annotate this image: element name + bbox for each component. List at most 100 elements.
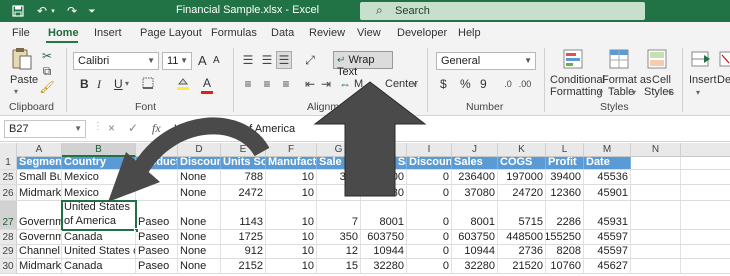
- format-as-table-label-1[interactable]: Format as: [602, 74, 652, 86]
- cell-d28[interactable]: None: [178, 230, 221, 244]
- cell-c28[interactable]: Paseo: [136, 230, 178, 244]
- cell-b28[interactable]: Canada: [62, 230, 136, 244]
- cell-g30[interactable]: 15: [317, 259, 361, 273]
- enter-icon[interactable]: ✓: [128, 121, 138, 135]
- cell-m29[interactable]: 45597: [584, 245, 631, 258]
- comma-style-icon[interactable]: 9: [480, 77, 487, 91]
- cell-g25[interactable]: 300: [317, 170, 361, 184]
- underline-button[interactable]: U: [114, 77, 123, 91]
- row-header[interactable]: 27: [0, 201, 17, 229]
- formula-input[interactable]: United States of America: [174, 123, 295, 135]
- cell-i26[interactable]: 0: [407, 185, 452, 200]
- worksheet-grid[interactable]: 1SegmentCountryProductDiscountUnits Sold…: [0, 157, 730, 276]
- cell-b29[interactable]: United States o: [62, 245, 136, 258]
- cell-styles-label-1[interactable]: Cell: [652, 74, 671, 86]
- align-middle-icon[interactable]: ☰: [259, 52, 275, 68]
- font-name-combo[interactable]: Calibri ▼: [73, 52, 159, 70]
- cell-e27[interactable]: 1143: [221, 201, 266, 229]
- cell-k28[interactable]: 448500: [498, 230, 546, 244]
- insert-cells-label[interactable]: Insert: [689, 74, 717, 86]
- cell-h26[interactable]: 37080: [361, 185, 407, 200]
- cell-j27[interactable]: 8001: [452, 201, 498, 229]
- format-as-table-dropdown-icon[interactable]: ▾: [632, 88, 636, 97]
- tab-data[interactable]: Data: [271, 27, 294, 39]
- cell-e28[interactable]: 1725: [221, 230, 266, 244]
- row-header[interactable]: 28: [0, 230, 17, 244]
- column-title-cell[interactable]: Discounts: [407, 157, 452, 169]
- cell-c29[interactable]: Paseo: [136, 245, 178, 258]
- column-header-h[interactable]: H: [361, 143, 407, 157]
- row-header[interactable]: 26: [0, 185, 17, 200]
- cell-l26[interactable]: 12360: [546, 185, 584, 200]
- tab-page-layout[interactable]: Page Layout: [140, 27, 202, 39]
- cell-j29[interactable]: 10944: [452, 245, 498, 258]
- tab-review[interactable]: Review: [309, 27, 345, 39]
- delete-cells-icon[interactable]: [718, 48, 730, 70]
- cell-b26[interactable]: Mexico: [62, 185, 136, 200]
- cell-m30[interactable]: 45627: [584, 259, 631, 273]
- row-header[interactable]: 29: [0, 245, 17, 258]
- cell-g27[interactable]: 7: [317, 201, 361, 229]
- cell-m27[interactable]: 45931: [584, 201, 631, 229]
- cell-e30[interactable]: 2152: [221, 259, 266, 273]
- column-title-cell[interactable]: Sales: [452, 157, 498, 169]
- cell-i29[interactable]: 0: [407, 245, 452, 258]
- bold-button[interactable]: B: [80, 77, 89, 91]
- column-title-cell[interactable]: Country: [62, 157, 136, 169]
- grow-font-icon[interactable]: A: [198, 53, 207, 68]
- decrease-indent-icon[interactable]: ⇤: [302, 76, 318, 92]
- cell-d27[interactable]: None: [178, 201, 221, 229]
- decrease-decimal-icon[interactable]: .00: [517, 76, 533, 92]
- cell-h27[interactable]: 8001: [361, 201, 407, 229]
- cell-f27[interactable]: 10: [266, 201, 317, 229]
- column-header-l[interactable]: L: [546, 143, 584, 157]
- cut-icon[interactable]: ✂: [40, 49, 54, 63]
- cell-d25[interactable]: None: [178, 170, 221, 184]
- search-box[interactable]: ⌕ Search: [360, 2, 645, 20]
- cell-n30[interactable]: [631, 259, 681, 273]
- font-color-icon[interactable]: A: [203, 76, 211, 90]
- column-title-cell[interactable]: [631, 157, 681, 169]
- borders-icon[interactable]: [140, 75, 156, 91]
- cell-k26[interactable]: 24720: [498, 185, 546, 200]
- cell-e25[interactable]: 788: [221, 170, 266, 184]
- format-painter-icon[interactable]: 🖌: [39, 80, 54, 94]
- tab-insert[interactable]: Insert: [94, 27, 122, 39]
- select-all-corner[interactable]: [0, 143, 17, 157]
- cell-c27[interactable]: Paseo: [136, 201, 178, 229]
- cell-l30[interactable]: 10760: [546, 259, 584, 273]
- column-header-m[interactable]: M: [584, 143, 631, 157]
- cell-c30[interactable]: Paseo: [136, 259, 178, 273]
- name-box[interactable]: B27 ▼: [4, 120, 86, 138]
- cell-l25[interactable]: 39400: [546, 170, 584, 184]
- increase-indent-icon[interactable]: ⇥: [318, 76, 334, 92]
- merge-dropdown-icon[interactable]: ▾: [413, 80, 417, 89]
- cell-d30[interactable]: None: [178, 259, 221, 273]
- cell-d29[interactable]: None: [178, 245, 221, 258]
- cell-e26[interactable]: 2472: [221, 185, 266, 200]
- cell-n26[interactable]: [631, 185, 681, 200]
- tab-formulas[interactable]: Formulas: [211, 27, 257, 39]
- insert-cells-icon[interactable]: [690, 48, 712, 70]
- insert-function-icon[interactable]: fx: [152, 121, 161, 136]
- column-header-i[interactable]: I: [407, 143, 452, 157]
- tab-file[interactable]: File: [12, 27, 30, 39]
- cell-f26[interactable]: 10: [266, 185, 317, 200]
- column-title-cell[interactable]: Profit: [546, 157, 584, 169]
- cell-g29[interactable]: 12: [317, 245, 361, 258]
- save-icon[interactable]: [10, 3, 26, 19]
- fill-color-icon[interactable]: [175, 75, 191, 91]
- cell-n28[interactable]: [631, 230, 681, 244]
- conditional-formatting-dropdown-icon[interactable]: ▾: [599, 88, 603, 97]
- align-bottom-icon[interactable]: ☰: [276, 51, 292, 69]
- cell-i27[interactable]: 0: [407, 201, 452, 229]
- column-title-cell[interactable]: Units Sold: [221, 157, 266, 169]
- column-title-cell[interactable]: Discount: [178, 157, 221, 169]
- cell-f25[interactable]: 10: [266, 170, 317, 184]
- percent-format-icon[interactable]: %: [460, 77, 471, 91]
- cell-k30[interactable]: 21520: [498, 259, 546, 273]
- cell-a27[interactable]: Governm: [17, 201, 62, 229]
- font-size-combo[interactable]: 11 ▼: [162, 52, 192, 70]
- cell-h25[interactable]: 236400: [361, 170, 407, 184]
- cell-m28[interactable]: 45597: [584, 230, 631, 244]
